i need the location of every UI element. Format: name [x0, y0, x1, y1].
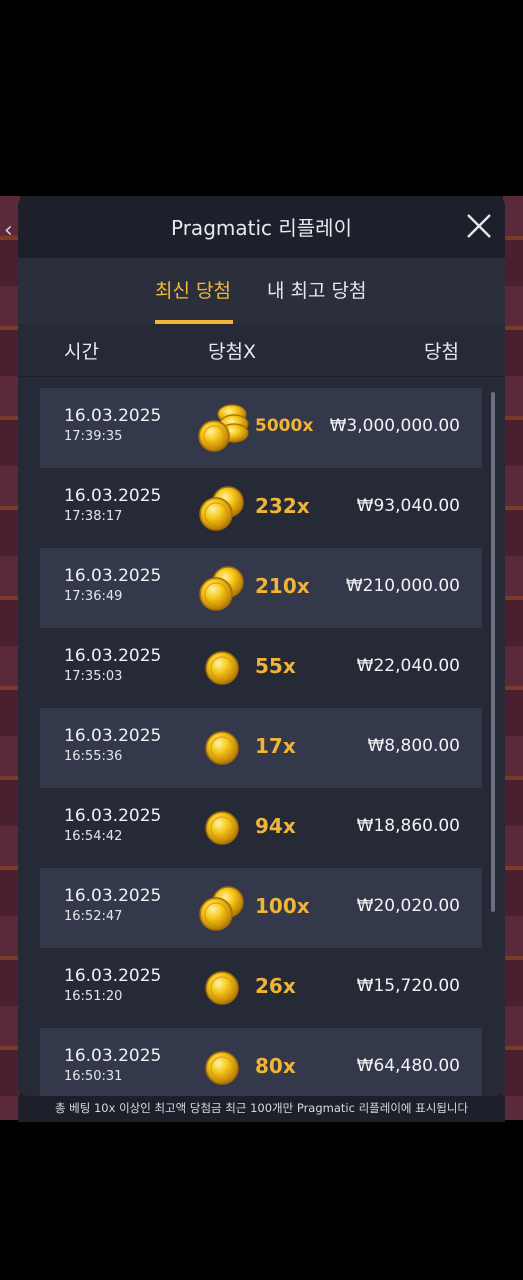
win-row[interactable]: 16.03.2025 16:54:42 94x ₩18,860.00 [40, 788, 482, 868]
row-date: 16.03.2025 [64, 1046, 162, 1066]
row-amount: ₩8,800.00 [367, 736, 460, 756]
row-date: 16.03.2025 [64, 886, 162, 906]
row-time: 16:52:47 [64, 909, 123, 924]
row-amount: ₩22,040.00 [356, 656, 460, 676]
coin-icon [198, 642, 254, 694]
row-multiplier: 17x [255, 734, 296, 758]
row-time: 16:54:42 [64, 829, 123, 844]
row-multiplier: 94x [255, 814, 296, 838]
game-border-right [503, 196, 523, 1120]
tab-my-best-wins[interactable]: 내 최고 당첨 [267, 276, 366, 303]
row-time: 17:36:49 [64, 589, 123, 604]
row-multiplier: 5000x [255, 416, 314, 436]
column-header-time: 시간 [64, 341, 99, 363]
close-button[interactable] [463, 210, 495, 242]
row-amount: ₩15,720.00 [356, 976, 460, 996]
row-date: 16.03.2025 [64, 566, 162, 586]
win-row[interactable]: 16.03.2025 16:51:20 26x ₩15,720.00 [40, 948, 482, 1028]
win-row[interactable]: 16.03.2025 16:55:36 17x ₩8,800.00 [40, 708, 482, 788]
row-time: 16:50:31 [64, 1069, 123, 1084]
row-time: 17:35:03 [64, 669, 123, 684]
win-row[interactable]: 16.03.2025 17:36:49 210x ₩210,000.00 [40, 548, 482, 628]
row-multiplier: 26x [255, 974, 296, 998]
tab-bar: 최신 당첨 내 최고 당첨 [18, 258, 505, 324]
row-date: 16.03.2025 [64, 486, 162, 506]
close-icon [467, 214, 491, 238]
row-multiplier: 210x [255, 574, 310, 598]
row-date: 16.03.2025 [64, 966, 162, 986]
row-date: 16.03.2025 [64, 806, 162, 826]
coin-icon [198, 802, 254, 854]
tab-latest-wins[interactable]: 최신 당첨 [155, 276, 231, 303]
row-time: 16:51:20 [64, 989, 123, 1004]
row-amount: ₩3,000,000.00 [329, 416, 460, 436]
row-amount: ₩20,020.00 [356, 896, 460, 916]
row-amount: ₩93,040.00 [356, 496, 460, 516]
modal-title: Pragmatic 리플레이 [171, 216, 352, 240]
back-chevron-icon[interactable]: ‹ [4, 218, 13, 243]
win-row[interactable]: 16.03.2025 17:35:03 55x ₩22,040.00 [40, 628, 482, 708]
row-amount: ₩210,000.00 [345, 576, 460, 596]
win-row[interactable]: 16.03.2025 17:39:35 5000x ₩3,000,000.00 [40, 388, 482, 468]
win-row[interactable]: 16.03.2025 17:38:17 232x ₩93,040.00 [40, 468, 482, 548]
row-multiplier: 80x [255, 1054, 296, 1078]
row-time: 17:39:35 [64, 429, 123, 444]
row-multiplier: 232x [255, 494, 310, 518]
wins-list: 16.03.2025 17:39:35 5000x ₩3,000,000.00 16.0… [40, 388, 482, 1096]
coin-icon [198, 1042, 254, 1094]
row-time: 16:55:36 [64, 749, 123, 764]
modal-header: Pragmatic 리플레이 [18, 196, 505, 258]
column-header-win: 당첨 [424, 341, 459, 363]
coin-icon [198, 562, 254, 614]
column-header-multiplier: 당첨X [208, 341, 256, 363]
row-date: 16.03.2025 [64, 646, 162, 666]
row-date: 16.03.2025 [64, 726, 162, 746]
row-date: 16.03.2025 [64, 406, 162, 426]
footnote: 총 베팅 10x 이상인 최고액 당첨금 최근 100개만 Pragmatic … [18, 1096, 505, 1122]
row-amount: ₩64,480.00 [356, 1056, 460, 1076]
coin-icon [198, 722, 254, 774]
win-row[interactable]: 16.03.2025 16:50:31 80x ₩64,480.00 [40, 1028, 482, 1096]
table-header: 시간 당첨X 당첨 [18, 324, 505, 377]
win-row[interactable]: 16.03.2025 16:52:47 100x ₩20,020.00 [40, 868, 482, 948]
row-multiplier: 100x [255, 894, 310, 918]
coin-icon [198, 482, 254, 534]
row-time: 17:38:17 [64, 509, 123, 524]
row-multiplier: 55x [255, 654, 296, 678]
game-border-left [0, 196, 20, 1120]
coin-icon [198, 402, 254, 454]
row-amount: ₩18,860.00 [356, 816, 460, 836]
coin-icon [198, 962, 254, 1014]
coin-icon [198, 882, 254, 934]
scrollbar[interactable] [491, 392, 495, 912]
